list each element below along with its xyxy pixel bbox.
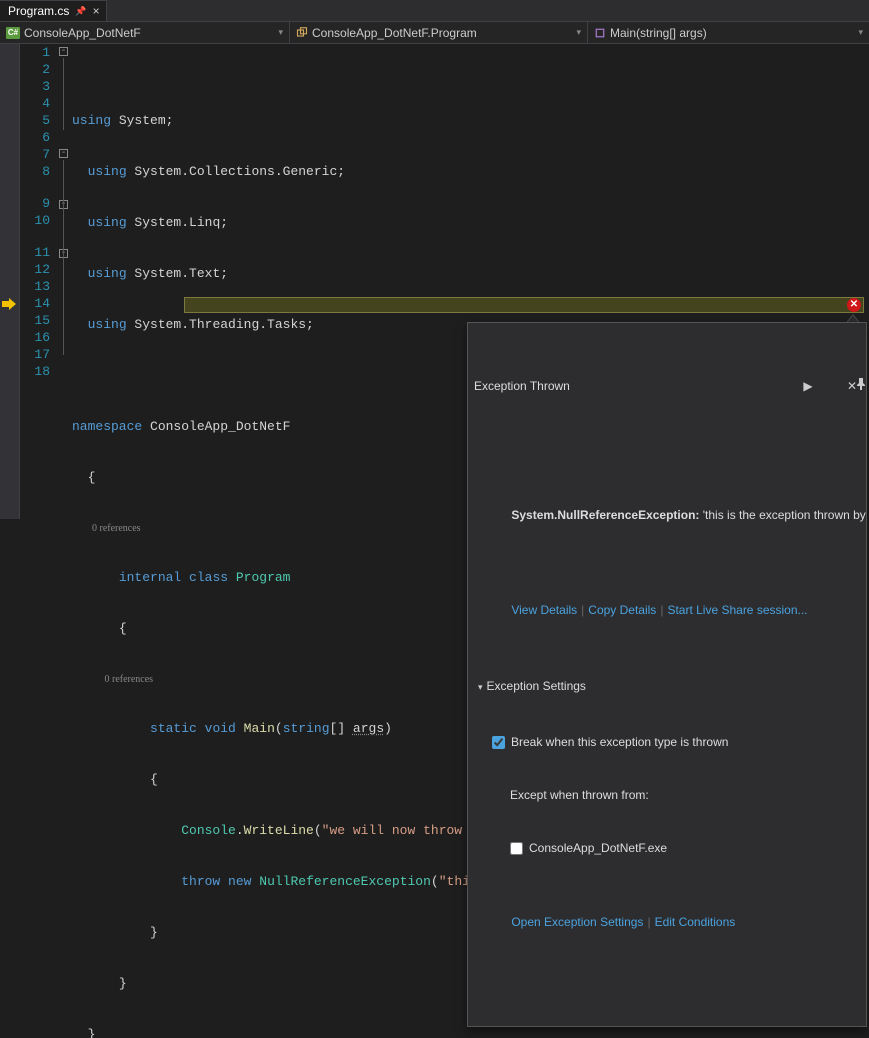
code-area[interactable]: using System; using System.Collections.G… xyxy=(72,44,869,519)
exception-popup: Exception Thrown ▶ ✕ System.NullReferenc… xyxy=(467,322,867,1027)
except-module-input[interactable] xyxy=(510,842,523,855)
except-module-checkbox[interactable]: ConsoleApp_DotNetF.exe xyxy=(510,840,856,857)
code-nav-bar: C# ConsoleApp_DotNetF ▾ ConsoleApp_DotNe… xyxy=(0,22,869,44)
outline-collapse-icon[interactable]: - xyxy=(59,47,68,56)
document-tab-program[interactable]: Program.cs 📌 × xyxy=(0,0,107,21)
codelens-references[interactable]: 0 references xyxy=(105,674,154,685)
csharp-project-icon: C# xyxy=(6,27,20,39)
chevron-down-icon: ▾ xyxy=(576,27,581,38)
outline-column[interactable]: - - - - xyxy=(58,44,72,519)
outline-collapse-icon[interactable]: - xyxy=(59,149,68,158)
chevron-down-icon: ▾ xyxy=(478,682,483,692)
exception-message: System.NullReferenceException: 'this is … xyxy=(478,490,856,541)
document-tab-bar: Program.cs 📌 × xyxy=(0,0,869,22)
nav-method-dropdown[interactable]: Main(string[] args) ▾ xyxy=(588,22,869,43)
codelens-references[interactable]: 0 references xyxy=(92,523,141,534)
open-exception-settings-link[interactable]: Open Exception Settings xyxy=(511,915,643,929)
nav-project-label: ConsoleApp_DotNetF xyxy=(24,26,141,40)
chevron-down-icon: ▾ xyxy=(858,27,863,38)
exception-popup-title: Exception Thrown xyxy=(474,378,794,395)
close-icon[interactable]: ✕ xyxy=(844,378,860,395)
nav-project-dropdown[interactable]: C# ConsoleApp_DotNetF ▾ xyxy=(0,22,290,43)
pin-icon[interactable] xyxy=(822,361,838,412)
exception-action-links: View Details|Copy Details|Start Live Sha… xyxy=(478,585,856,636)
break-on-exception-checkbox[interactable]: Break when this exception type is thrown xyxy=(492,734,856,751)
break-on-exception-input[interactable] xyxy=(492,736,505,749)
line-number-gutter: 1 2 3 4 5 6 7 8 9 10 11 12 13 14 15 16 1… xyxy=(20,44,58,519)
close-icon[interactable]: × xyxy=(93,4,100,18)
copy-details-link[interactable]: Copy Details xyxy=(588,603,656,617)
nav-method-label: Main(string[] args) xyxy=(610,26,707,40)
exception-stop-icon: ✕ xyxy=(847,298,861,312)
continue-button-icon[interactable]: ▶ xyxy=(800,378,816,395)
current-statement-arrow-icon xyxy=(2,298,16,310)
chevron-down-icon: ▾ xyxy=(278,27,283,38)
current-statement-highlight xyxy=(184,297,864,313)
start-live-share-link[interactable]: Start Live Share session... xyxy=(667,603,807,617)
exception-settings-header[interactable]: ▾Exception Settings xyxy=(478,678,856,696)
code-editor[interactable]: 1 2 3 4 5 6 7 8 9 10 11 12 13 14 15 16 1… xyxy=(0,44,869,519)
nav-class-label: ConsoleApp_DotNetF.Program xyxy=(312,26,477,40)
except-when-thrown-label: Except when thrown from: xyxy=(510,787,856,804)
edit-conditions-link[interactable]: Edit Conditions xyxy=(655,915,736,929)
view-details-link[interactable]: View Details xyxy=(511,603,577,617)
method-icon xyxy=(594,27,606,39)
tab-filename: Program.cs xyxy=(8,4,69,18)
class-icon xyxy=(296,27,308,39)
breakpoint-margin[interactable] xyxy=(0,44,20,519)
nav-class-dropdown[interactable]: ConsoleApp_DotNetF.Program ▾ xyxy=(290,22,588,43)
pin-icon[interactable]: 📌 xyxy=(75,6,86,17)
